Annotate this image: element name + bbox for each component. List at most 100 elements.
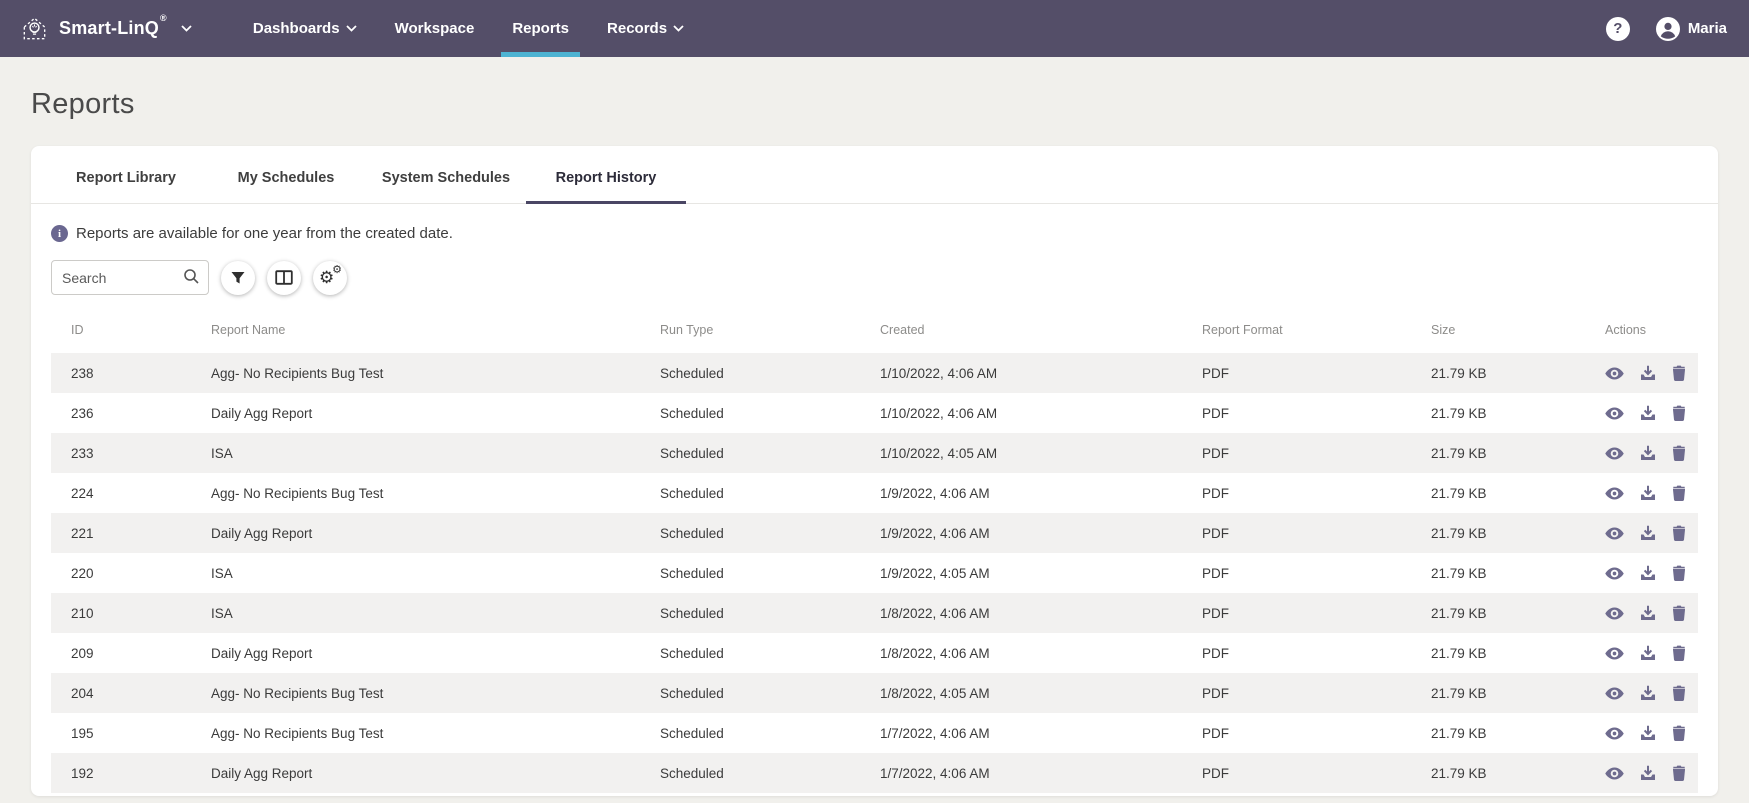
delete-report-button[interactable] [1672, 405, 1686, 421]
smart-linq-logo-icon [18, 12, 51, 45]
chevron-down-icon [345, 25, 357, 32]
view-report-button[interactable] [1605, 566, 1624, 580]
cell-report-name: ISA [211, 605, 233, 621]
delete-report-button[interactable] [1672, 725, 1686, 741]
brand-logo[interactable]: Smart-LinQ® [18, 12, 192, 45]
delete-report-button[interactable] [1672, 485, 1686, 501]
download-report-button[interactable] [1640, 725, 1656, 741]
table-row: 233 ISA Scheduled 1/10/2022, 4:05 AM PDF… [51, 433, 1698, 473]
tab-my-schedules[interactable]: My Schedules [206, 146, 366, 203]
delete-report-button[interactable] [1672, 565, 1686, 581]
brand-chevron-down-icon [181, 25, 192, 32]
column-header-id[interactable]: ID [51, 317, 191, 353]
download-report-button[interactable] [1640, 645, 1656, 661]
cell-size: 21.79 KB [1431, 725, 1487, 741]
view-report-button[interactable] [1605, 766, 1624, 780]
help-icon[interactable]: ? [1605, 16, 1630, 41]
view-report-button[interactable] [1605, 446, 1624, 460]
search-icon[interactable] [183, 268, 200, 285]
download-report-button[interactable] [1640, 685, 1656, 701]
cell-report-format: PDF [1202, 445, 1229, 461]
download-report-button[interactable] [1640, 485, 1656, 501]
cell-created: 1/7/2022, 4:06 AM [880, 765, 990, 781]
cell-id: 195 [71, 725, 94, 741]
nav-item-dashboards[interactable]: Dashboards [234, 0, 376, 57]
delete-report-button[interactable] [1672, 365, 1686, 381]
cell-run-type: Scheduled [660, 485, 724, 501]
table-row: 224 Agg- No Recipients Bug Test Schedule… [51, 473, 1698, 513]
cell-size: 21.79 KB [1431, 565, 1487, 581]
column-header-report-format[interactable]: Report Format [1182, 317, 1411, 353]
cell-actions [1585, 713, 1698, 753]
download-report-button[interactable] [1640, 605, 1656, 621]
table-row: 220 ISA Scheduled 1/9/2022, 4:05 AM PDF … [51, 553, 1698, 593]
view-report-button[interactable] [1605, 526, 1624, 540]
view-report-button[interactable] [1605, 486, 1624, 500]
download-report-button[interactable] [1640, 405, 1656, 421]
user-menu[interactable]: Maria [1655, 16, 1727, 41]
column-header-actions: Actions [1605, 323, 1646, 337]
column-header-created[interactable]: Created [860, 317, 1182, 353]
delete-report-button[interactable] [1672, 605, 1686, 621]
cell-size: 21.79 KB [1431, 765, 1487, 781]
user-avatar-icon [1655, 16, 1680, 41]
delete-report-button[interactable] [1672, 685, 1686, 701]
delete-report-button[interactable] [1672, 445, 1686, 461]
download-report-button[interactable] [1640, 525, 1656, 541]
download-report-button[interactable] [1640, 765, 1656, 781]
view-report-button[interactable] [1605, 366, 1624, 380]
cell-created: 1/8/2022, 4:06 AM [880, 645, 990, 661]
cell-run-type: Scheduled [660, 645, 724, 661]
cell-report-format: PDF [1202, 685, 1229, 701]
cell-report-name: Daily Agg Report [211, 525, 313, 541]
nav-item-label: Reports [512, 20, 570, 37]
cell-size: 21.79 KB [1431, 405, 1487, 421]
cell-size: 21.79 KB [1431, 365, 1487, 381]
download-report-button[interactable] [1640, 565, 1656, 581]
cell-id: 221 [71, 525, 94, 541]
nav-item-workspace[interactable]: Workspace [376, 0, 494, 57]
view-report-button[interactable] [1605, 406, 1624, 420]
cell-id: 220 [71, 565, 94, 581]
filter-button[interactable] [221, 260, 255, 295]
column-header-report-name[interactable]: Report Name [191, 317, 640, 353]
cell-actions [1585, 353, 1698, 393]
cell-actions [1585, 633, 1698, 673]
settings-button[interactable]: ⚙ ⚙ [313, 260, 347, 295]
cell-report-format: PDF [1202, 525, 1229, 541]
cell-created: 1/8/2022, 4:05 AM [880, 685, 990, 701]
view-report-button[interactable] [1605, 726, 1624, 740]
cell-actions [1585, 673, 1698, 713]
cell-run-type: Scheduled [660, 605, 724, 621]
delete-report-button[interactable] [1672, 765, 1686, 781]
tab-system-schedules[interactable]: System Schedules [366, 146, 526, 203]
cell-created: 1/9/2022, 4:06 AM [880, 485, 990, 501]
cell-report-format: PDF [1202, 645, 1229, 661]
nav-item-reports[interactable]: Reports [493, 0, 588, 57]
user-name: Maria [1687, 20, 1727, 37]
columns-button[interactable] [267, 260, 301, 295]
cell-actions [1585, 393, 1698, 433]
gears-icon: ⚙ ⚙ [319, 263, 342, 287]
cell-run-type: Scheduled [660, 565, 724, 581]
view-report-button[interactable] [1605, 646, 1624, 660]
table-toolbar: ⚙⚙ [51, 260, 1698, 295]
delete-report-button[interactable] [1672, 525, 1686, 541]
column-header-size[interactable]: Size [1411, 317, 1585, 353]
view-report-button[interactable] [1605, 686, 1624, 700]
view-report-button[interactable] [1605, 606, 1624, 620]
nav-item-label: Workspace [394, 20, 475, 37]
download-report-button[interactable] [1640, 365, 1656, 381]
registered-mark: ® [160, 13, 167, 23]
download-report-button[interactable] [1640, 445, 1656, 461]
tab-report-library[interactable]: Report Library [46, 146, 206, 203]
retention-info: i Reports are available for one year fro… [51, 225, 1698, 242]
tab-report-history[interactable]: Report History [526, 146, 686, 204]
cell-created: 1/10/2022, 4:06 AM [880, 365, 998, 381]
cell-id: 204 [71, 685, 94, 701]
cell-created: 1/9/2022, 4:05 AM [880, 565, 990, 581]
delete-report-button[interactable] [1672, 645, 1686, 661]
nav-item-records[interactable]: Records [588, 0, 703, 57]
cell-run-type: Scheduled [660, 365, 724, 381]
column-header-run-type[interactable]: Run Type [640, 317, 860, 353]
